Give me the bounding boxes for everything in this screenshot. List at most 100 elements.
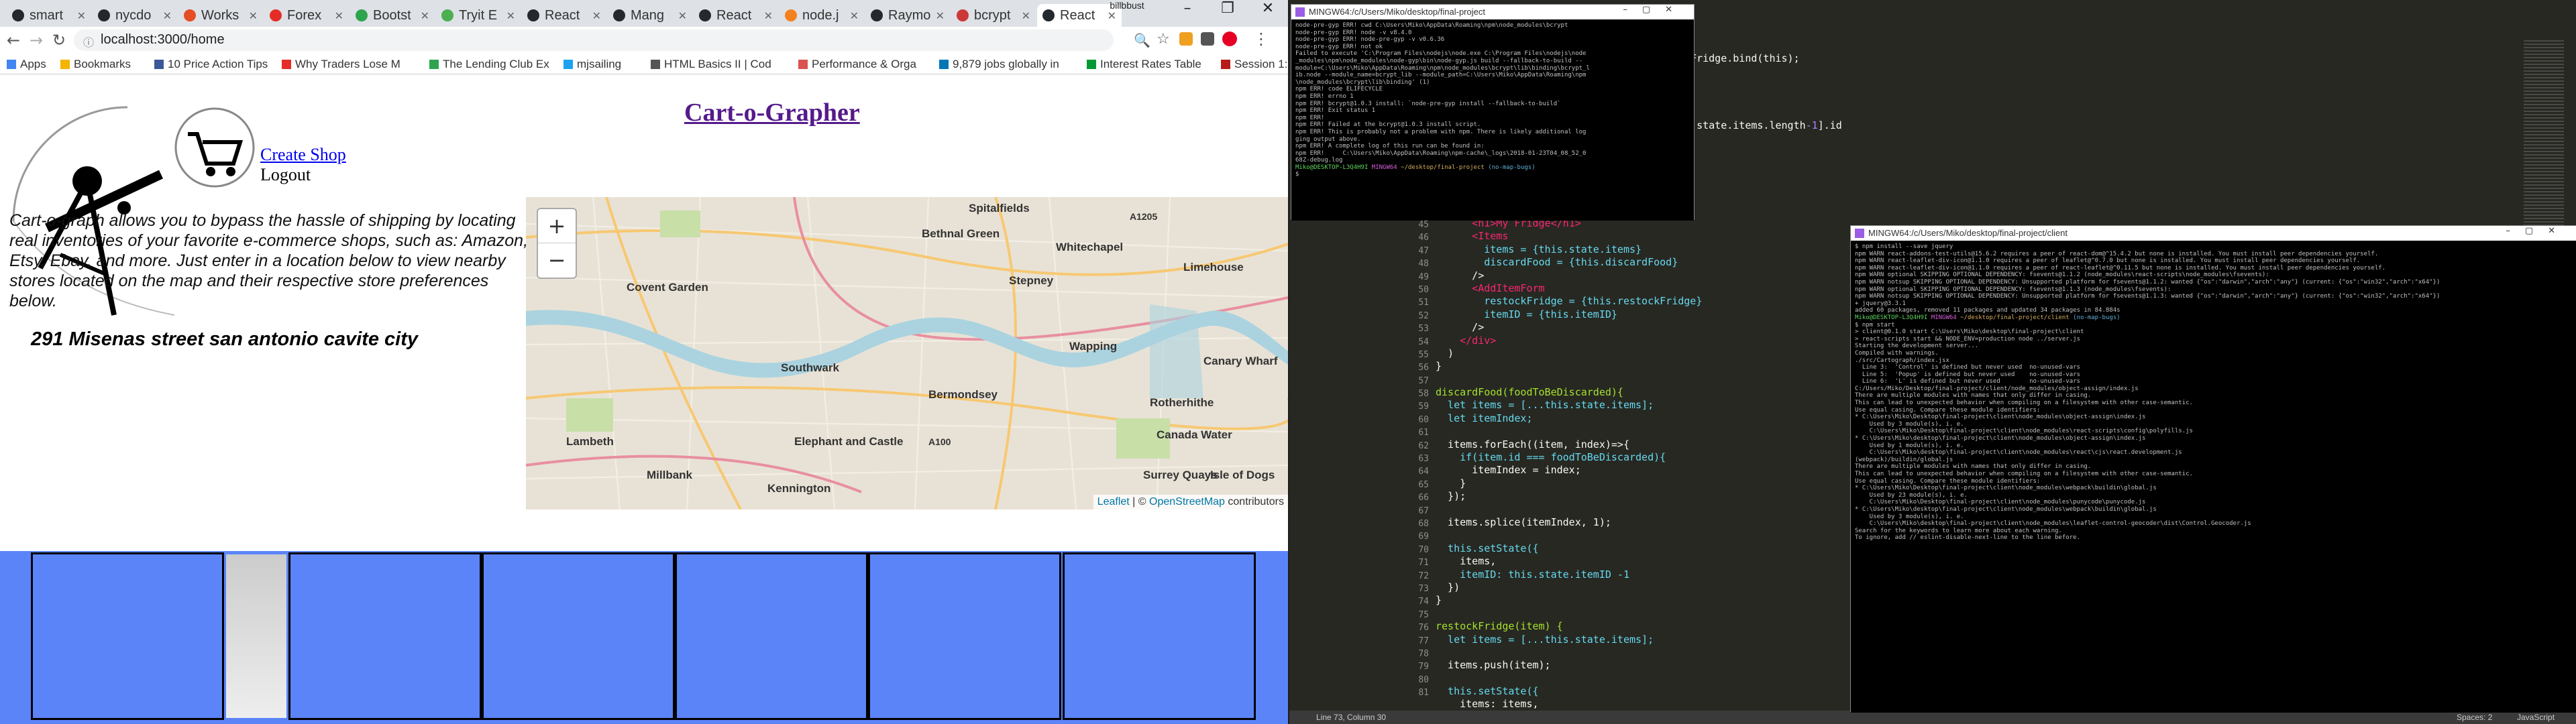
page-title-link[interactable]: Cart-o-Grapher — [684, 98, 860, 127]
store-card[interactable] — [224, 552, 288, 720]
terminal-line: npm ERR! — [1295, 114, 1325, 121]
zoom-out-button[interactable]: − — [538, 243, 576, 277]
terminal-input[interactable]: $ — [1295, 171, 1690, 178]
map-tiles: Spitalfields A1205 Covent Garden Whitech… — [526, 197, 1288, 509]
tab-close-icon[interactable]: ✕ — [249, 9, 258, 23]
line-number: 52 — [1418, 310, 1429, 321]
back-icon[interactable]: ← — [7, 31, 20, 50]
tab-close-icon[interactable]: ✕ — [77, 9, 86, 23]
store-card[interactable] — [868, 552, 1061, 720]
browser-tab[interactable]: bcrypt ✕ — [951, 4, 1036, 27]
code-line: discardFood = {this.discardFood} — [1436, 256, 1678, 269]
bookmark-item[interactable]: The Lending Club Ex — [429, 58, 549, 71]
tab-close-icon[interactable]: ✕ — [850, 9, 859, 23]
extension-icon[interactable] — [1179, 32, 1193, 46]
code-body[interactable]: <h1>My Fridge</h1> <Items items = {this.… — [1436, 217, 1702, 711]
window-buttons[interactable]: –▢✕ — [2506, 226, 2570, 236]
browser-tab[interactable]: node.j ✕ — [780, 4, 864, 27]
tab-close-icon[interactable]: ✕ — [678, 9, 687, 23]
bookmark-item[interactable]: Apps — [7, 58, 46, 71]
bookmark-item[interactable]: mjsailing — [564, 58, 621, 71]
tab-label: Mang — [631, 7, 665, 23]
tab-close-icon[interactable]: ✕ — [506, 9, 515, 23]
browser-tab[interactable]: Mang ✕ — [608, 4, 692, 27]
terminal-line: This can lead to unexpected behavior whe… — [1855, 471, 2193, 477]
tab-close-icon[interactable]: ✕ — [1022, 9, 1030, 23]
zoom-in-button[interactable]: + — [538, 209, 576, 243]
svg-text:Lambeth: Lambeth — [566, 435, 614, 448]
terminal-line: ib.node --module_name=bcrypt_lib --modul… — [1295, 72, 1587, 79]
syntax-mode[interactable]: JavaScript — [2517, 713, 2555, 722]
browser-tab[interactable]: nycdo ✕ — [93, 4, 177, 27]
reload-icon[interactable]: ↻ — [52, 31, 66, 50]
line-number: 74 — [1418, 597, 1429, 607]
extension-icon[interactable] — [1201, 32, 1214, 46]
line-number: 78 — [1418, 648, 1429, 659]
info-icon[interactable]: ⓘ — [83, 34, 94, 50]
code-line: <AddItemForm — [1436, 282, 1545, 294]
terminal-window-npm-start[interactable]: MINGW64:/c/Users/Miko/desktop/final-proj… — [1850, 225, 2576, 713]
store-card[interactable] — [31, 552, 224, 720]
browser-tab[interactable]: Forex ✕ — [264, 4, 349, 27]
terminal-line: npm WARN react-addons-test-utils@15.6.2 … — [1855, 250, 2379, 257]
tab-favicon-icon — [441, 9, 453, 21]
bookmark-item[interactable]: HTML Basics II | Cod — [651, 58, 771, 71]
map[interactable]: Spitalfields A1205 Covent Garden Whitech… — [526, 197, 1288, 509]
tab-close-icon[interactable]: ✕ — [163, 9, 172, 23]
bookmark-star-icon[interactable]: ☆ — [1157, 31, 1170, 48]
bookmark-item[interactable]: Why Traders Lose M — [282, 58, 400, 71]
indent-setting[interactable]: Spaces: 2 — [2457, 713, 2492, 722]
tab-close-icon[interactable]: ✕ — [335, 9, 343, 23]
bookmark-item[interactable]: 9,879 jobs globally in — [939, 58, 1059, 71]
minimize-icon[interactable]: – — [1167, 0, 1208, 27]
terminal-line: Search for the keywords to learn more ab… — [1855, 527, 2062, 534]
maximize-icon[interactable]: ❐ — [1208, 0, 1248, 27]
create-shop-link[interactable]: Create Shop — [260, 145, 346, 165]
browser-tab[interactable]: Raymo ✕ — [865, 4, 950, 27]
tab-close-icon[interactable]: ✕ — [936, 9, 945, 23]
zoom-icon[interactable]: 🔍 — [1134, 32, 1150, 48]
attribution-separator: | © — [1129, 496, 1149, 507]
line-number: 65 — [1418, 479, 1429, 490]
minimap[interactable] — [2524, 40, 2564, 241]
store-card[interactable] — [1063, 552, 1256, 720]
terminal-line: Line 5: 'Popup' is defined but never use… — [1855, 371, 2080, 378]
browser-tab[interactable]: smart ✕ — [7, 4, 91, 27]
menu-icon[interactable]: ⋮ — [1253, 29, 1269, 48]
store-card[interactable] — [675, 552, 868, 720]
line-number: 54 — [1418, 337, 1429, 347]
browser-tab[interactable]: Bootst ✕ — [350, 4, 435, 27]
window-buttons[interactable]: –▢✕ — [1623, 5, 1687, 15]
terminal-line: C:/Users/Miko/Desktop/final-project/clie… — [1855, 385, 2139, 392]
terminal-line: Used by 23 module(s), i. e. — [1855, 491, 1968, 499]
tab-close-icon[interactable]: ✕ — [421, 9, 429, 23]
close-icon[interactable]: ✕ — [1248, 0, 1288, 27]
pinterest-icon[interactable] — [1222, 32, 1237, 46]
code-line: } — [1436, 594, 1442, 607]
bookmark-item[interactable]: Bookmarks — [60, 58, 131, 71]
tab-close-icon[interactable]: ✕ — [764, 9, 773, 23]
bookmark-item[interactable]: 10 Price Action Tips — [154, 58, 268, 71]
store-card[interactable] — [482, 552, 675, 720]
store-card[interactable] — [288, 552, 482, 720]
bookmark-item[interactable]: Performance & Orga — [798, 58, 916, 71]
leaflet-link[interactable]: Leaflet — [1097, 496, 1130, 507]
code-line: } — [1436, 477, 1466, 489]
browser-tab[interactable]: Tryit E ✕ — [436, 4, 521, 27]
logout-link[interactable]: Logout — [260, 165, 311, 185]
browser-tab[interactable]: React ✕ — [522, 4, 606, 27]
terminal-window-npm-error[interactable]: MINGW64:/c/Users/Miko/desktop/final-proj… — [1291, 4, 1695, 221]
bookmark-item[interactable]: Interest Rates Table — [1087, 58, 1201, 71]
forward-icon[interactable]: → — [30, 31, 43, 50]
tab-close-icon[interactable]: ✕ — [592, 9, 601, 23]
line-number: 60 — [1418, 414, 1429, 425]
user-profile-label[interactable]: billbbust — [1087, 0, 1167, 27]
bookmark-item[interactable]: Session 1: Introductic — [1221, 58, 1288, 71]
terminal-line: To ignore, add // eslint-disable-next-li… — [1855, 534, 2080, 542]
browser-tab[interactable]: Works ✕ — [178, 4, 263, 27]
bookmark-label: Session 1: Introductic — [1234, 58, 1288, 70]
osm-link[interactable]: OpenStreetMap — [1149, 496, 1225, 507]
bookmark-label: Apps — [20, 58, 46, 70]
browser-tab[interactable]: React ✕ — [694, 4, 778, 27]
address-bar[interactable] — [74, 29, 1114, 51]
